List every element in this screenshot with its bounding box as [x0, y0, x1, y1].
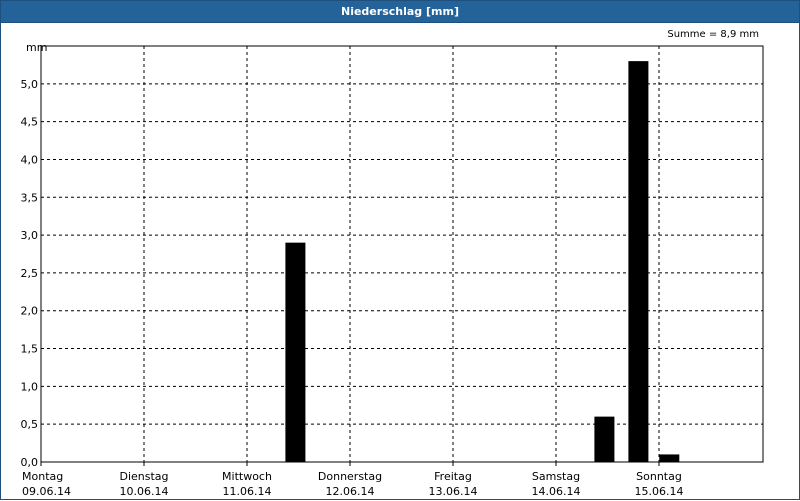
- y-tick-label: 3,0: [21, 229, 39, 242]
- x-tick-date-label: 09.06.14: [22, 485, 71, 498]
- y-tick-label: 2,5: [21, 267, 39, 280]
- x-tick-date-label: 12.06.14: [326, 485, 375, 498]
- plot-frame: [40, 45, 764, 463]
- chart-window: Niederschlag [mm] Summe = 8,9 mm mm 0,0 0…: [0, 0, 800, 500]
- x-tick-day-label: Donnerstag: [318, 470, 382, 483]
- y-tick-label: 1,5: [21, 343, 39, 356]
- precipitation-bar: [594, 416, 615, 462]
- x-tick-date-label: 15.06.14: [635, 485, 684, 498]
- y-tick-label: 0,5: [21, 418, 39, 431]
- y-axis-unit-label: mm: [26, 41, 47, 54]
- x-tick-day-label: Dienstag: [119, 470, 168, 483]
- x-tick-day-label: Freitag: [434, 470, 472, 483]
- x-tick-date-label: 13.06.14: [429, 485, 478, 498]
- x-tick-date-label: 11.06.14: [223, 485, 272, 498]
- y-tick-label: 5,0: [21, 78, 39, 91]
- y-tick-label: 1,0: [21, 380, 39, 393]
- y-tick-label: 2,0: [21, 305, 39, 318]
- x-tick-day-label: Montag: [22, 470, 63, 483]
- y-tick-label: 4,5: [21, 116, 39, 129]
- y-tick-label: 3,5: [21, 191, 39, 204]
- y-tick-label: 4,0: [21, 153, 39, 166]
- y-tick-label: 0,0: [21, 456, 39, 469]
- sum-label: Summe = 8,9 mm: [667, 29, 759, 40]
- x-tick-date-label: 10.06.14: [120, 485, 169, 498]
- x-tick-date-label: 14.06.14: [532, 485, 581, 498]
- precipitation-bar: [285, 242, 306, 462]
- precipitation-chart: Summe = 8,9 mm mm 0,0 0,5 1,0 1,5 2,0 2,5 3,0 3…: [21, 29, 764, 498]
- precipitation-bar: [628, 61, 649, 463]
- precipitation-bar: [659, 454, 680, 462]
- x-tick-day-label: Sonntag: [636, 470, 682, 483]
- x-tick-day-label: Samstag: [532, 470, 580, 483]
- x-tick-day-label: Mittwoch: [222, 470, 272, 483]
